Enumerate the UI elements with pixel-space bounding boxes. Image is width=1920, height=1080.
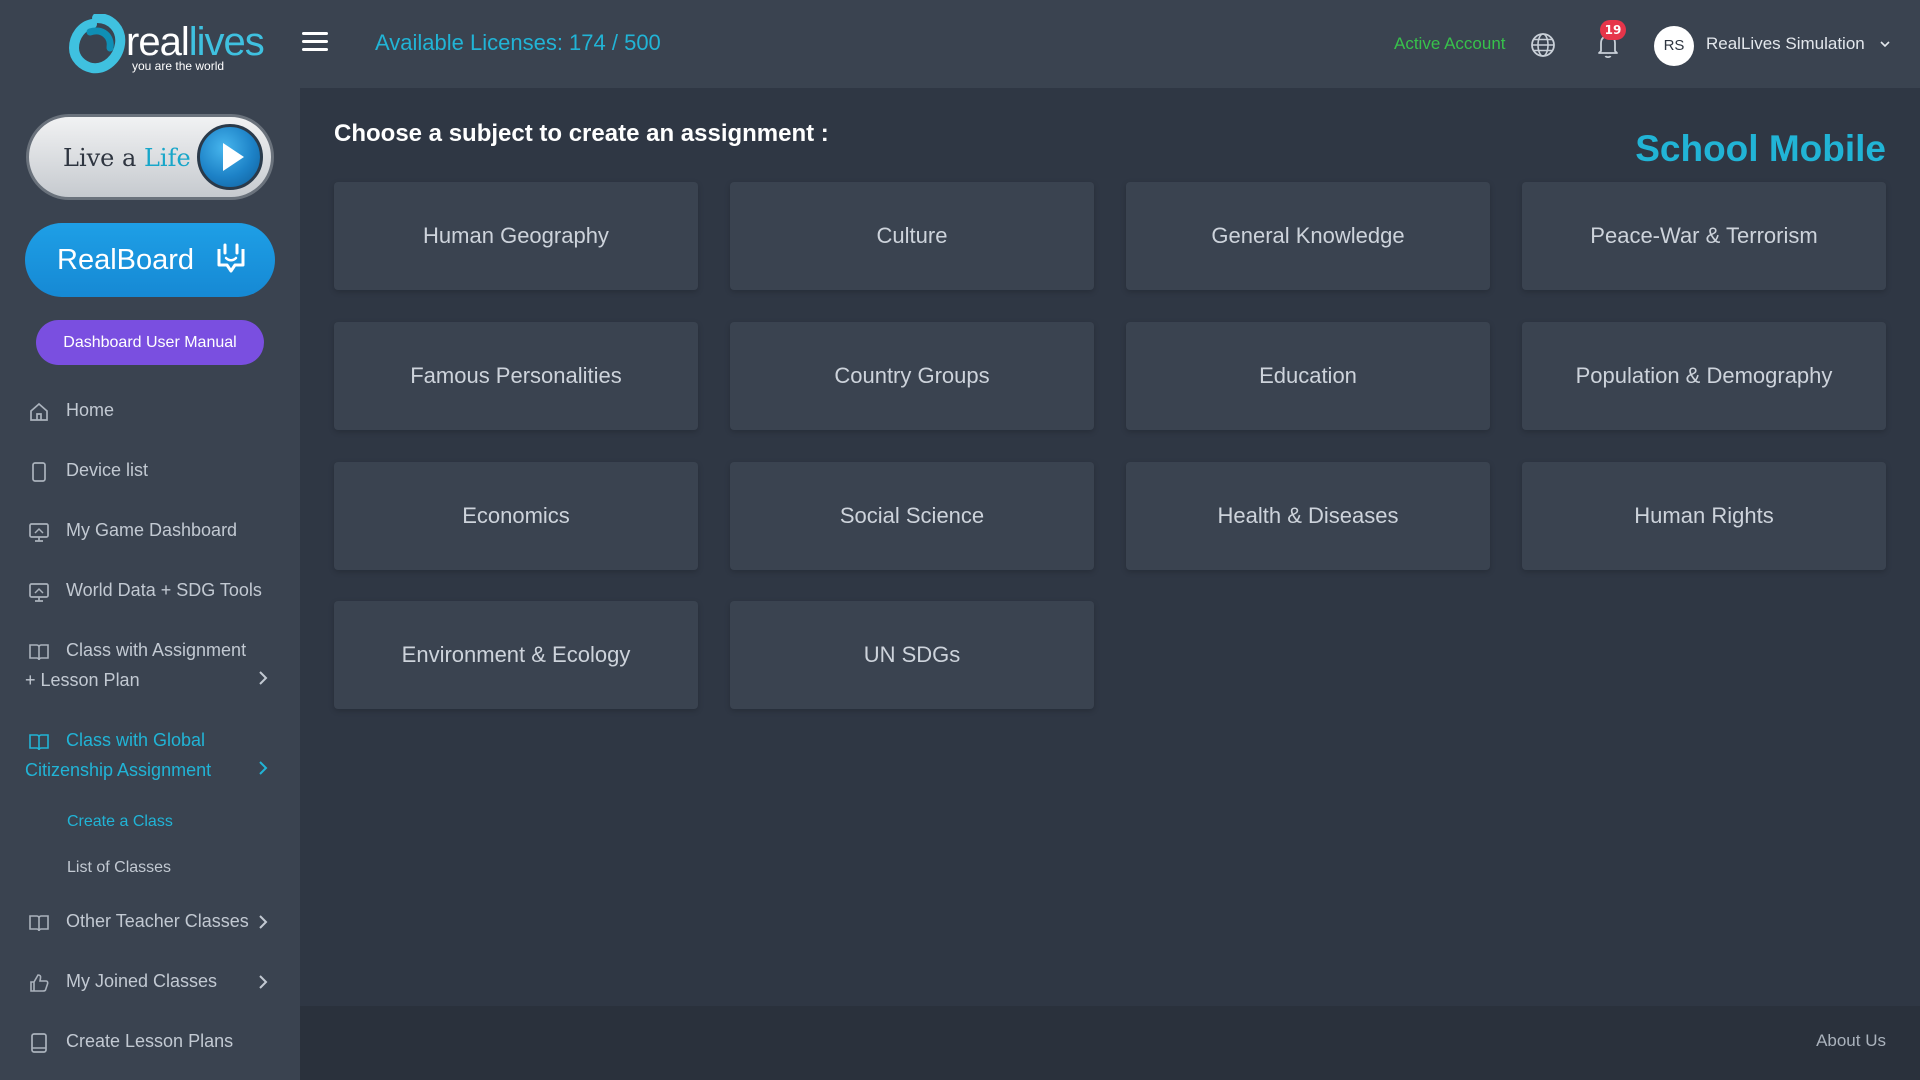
footer xyxy=(300,1006,1920,1080)
subject-label: Economics xyxy=(462,503,570,528)
subject-label: Famous Personalities xyxy=(410,363,622,388)
subject-label: General Knowledge xyxy=(1211,223,1405,248)
avatar[interactable]: RS xyxy=(1654,26,1694,66)
subject-label: Culture xyxy=(876,223,948,248)
subject-label: Country Groups xyxy=(834,363,990,388)
chevron-right-icon xyxy=(259,975,268,989)
about-us-link[interactable]: About Us xyxy=(1816,1031,1886,1051)
sidebar-item-my-game-dashboard[interactable]: My Game Dashboard xyxy=(0,508,300,554)
sidebar-item-label: My Joined Classes xyxy=(66,971,218,991)
subject-label: Health & Diseases xyxy=(1217,503,1399,528)
subject-label: Social Science xyxy=(839,503,985,528)
logo-mark-icon xyxy=(68,14,126,74)
account-status: Active Account xyxy=(1394,34,1506,53)
live-a-life-label: Live a Life xyxy=(63,144,191,172)
chevron-right-icon xyxy=(259,671,268,685)
tablet-icon xyxy=(31,1033,47,1053)
subject-label: UN SDGs xyxy=(863,642,961,667)
subject-label: Environment & Ecology xyxy=(401,642,631,667)
subject-card-human-rights[interactable]: Human Rights xyxy=(1522,462,1886,570)
notification-count-badge: 19 xyxy=(1600,20,1626,40)
book-icon xyxy=(29,915,49,932)
sidebar-item-create-lesson-plans[interactable]: Create Lesson Plans xyxy=(0,1019,300,1065)
user-name-dropdown[interactable]: RealLives Simulation xyxy=(1706,34,1865,54)
page-title: Choose a subject to create an assignment… xyxy=(334,120,829,147)
subject-card-un-sdgs[interactable]: UN SDGs xyxy=(730,601,1094,709)
sidebar-item-label: + Lesson Plan xyxy=(25,670,140,690)
subject-label: Human Rights xyxy=(1634,503,1774,528)
subject-card-country-groups[interactable]: Country Groups xyxy=(730,322,1094,430)
live-a-life-button[interactable]: Live a Life xyxy=(26,114,274,200)
device-icon xyxy=(32,462,46,482)
sidebar-item-label: Other Teacher Classes xyxy=(66,911,249,931)
sidebar-item-label: Device list xyxy=(66,460,149,480)
globe-icon[interactable] xyxy=(1530,32,1556,58)
subject-card-environment-ecology[interactable]: Environment & Ecology xyxy=(334,601,698,709)
play-icon xyxy=(197,124,263,190)
sidebar-item-label: Citizenship Assignment xyxy=(25,760,212,780)
sidebar-item-other-teacher-classes[interactable]: Other Teacher Classes xyxy=(0,899,300,945)
subject-card-population-demography[interactable]: Population & Demography xyxy=(1522,322,1886,430)
sidebar: reallives you are the world Live a Life … xyxy=(0,0,300,1080)
subject-card-economics[interactable]: Economics xyxy=(334,462,698,570)
sidebar-item-label: My Game Dashboard xyxy=(66,520,238,540)
sidebar-item-label: Create Lesson Plans xyxy=(66,1031,234,1051)
monitor-icon xyxy=(29,523,49,542)
realboard-button[interactable]: RealBoard xyxy=(25,223,275,297)
subject-label: Population & Demography xyxy=(1575,363,1833,388)
subject-label: Human Geography xyxy=(423,223,609,248)
subject-label: Peace-War & Terrorism xyxy=(1590,223,1818,248)
book-icon xyxy=(29,734,49,751)
hamburger-menu-icon[interactable] xyxy=(302,32,328,52)
subject-card-education[interactable]: Education xyxy=(1126,322,1490,430)
dashboard-user-manual-button[interactable]: Dashboard User Manual xyxy=(36,320,264,365)
subject-card-general-knowledge[interactable]: General Knowledge xyxy=(1126,182,1490,290)
subject-card-famous-personalities[interactable]: Famous Personalities xyxy=(334,322,698,430)
sidebar-item-class-with-global-citizenship[interactable]: Class with Global Citizenship Assignment xyxy=(0,722,300,788)
sidebar-item-label: Class with Global xyxy=(66,730,206,750)
sidebar-item-my-joined-classes[interactable]: My Joined Classes xyxy=(0,959,300,1005)
sidebar-item-device-list[interactable]: Device list xyxy=(0,448,300,494)
sidebar-item-label: Home xyxy=(66,400,115,420)
subject-card-human-geography[interactable]: Human Geography xyxy=(334,182,698,290)
thumbs-up-icon xyxy=(30,974,49,992)
home-icon xyxy=(30,402,48,421)
subject-card-culture[interactable]: Culture xyxy=(730,182,1094,290)
logo-tagline: you are the world xyxy=(132,59,225,73)
platform-title: School Mobile xyxy=(1635,128,1886,169)
sidebar-item-world-data[interactable]: World Data + SDG Tools xyxy=(0,568,300,614)
reallives-logo[interactable]: reallives you are the world xyxy=(68,12,265,78)
chevron-right-icon xyxy=(259,915,268,929)
chevron-right-icon xyxy=(259,761,268,775)
subject-label: Education xyxy=(1259,363,1357,388)
sidebar-subitem-list-of-classes[interactable]: List of Classes xyxy=(67,859,171,877)
sidebar-subitem-create-a-class[interactable]: Create a Class xyxy=(67,813,173,831)
realboard-label: RealBoard xyxy=(57,244,195,276)
monitor-icon xyxy=(29,583,49,602)
sidebar-item-class-with-assignment[interactable]: Class with Assignment + Lesson Plan xyxy=(0,632,300,698)
chevron-down-icon[interactable] xyxy=(1880,40,1890,48)
sidebar-item-label: World Data + SDG Tools xyxy=(66,580,262,600)
subject-card-peace-war-terrorism[interactable]: Peace-War & Terrorism xyxy=(1522,182,1886,290)
book-icon xyxy=(29,644,49,661)
board-icon xyxy=(217,243,245,273)
subject-card-health-diseases[interactable]: Health & Diseases xyxy=(1126,462,1490,570)
subject-card-social-science[interactable]: Social Science xyxy=(730,462,1094,570)
sidebar-item-home[interactable]: Home xyxy=(0,388,300,434)
sidebar-item-label: Class with Assignment xyxy=(66,640,247,660)
available-licenses: Available Licenses: 174 / 500 xyxy=(375,30,661,55)
